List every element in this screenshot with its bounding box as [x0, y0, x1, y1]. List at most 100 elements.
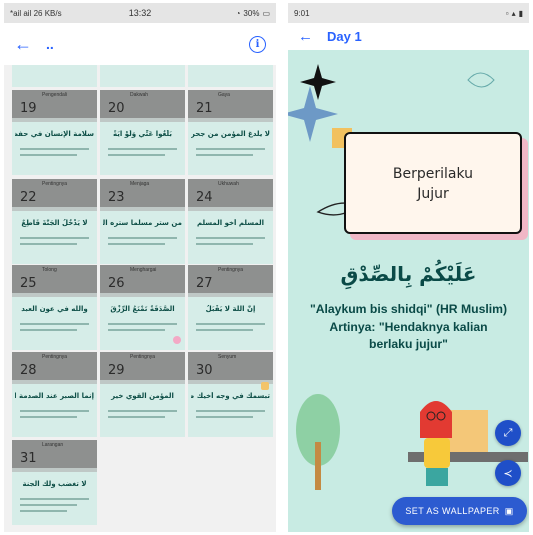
status-time: 9:01	[294, 8, 310, 18]
grid-tile[interactable]: Ukhuwah 24 المسلم أخو المسلم	[188, 179, 273, 264]
card-title-line1: Berperilaku	[392, 166, 474, 182]
tile-number: 22	[20, 190, 37, 205]
grid-tile[interactable]: Pentingnya 22 لا يَدْخُلُ الْجَنَّةَ قَا…	[12, 179, 97, 264]
back-arrow-icon[interactable]: ←	[14, 35, 32, 53]
status-icons: ◔ 30% ▭	[236, 9, 270, 18]
tile-label: Pentingnya	[42, 181, 68, 187]
status-bar: *ail ail 26 KB/s 13:32 ◔ 30% ▭	[4, 3, 276, 23]
wallpaper-preview: Berperilaku Jujur عَلَيْكُمْ بِالصِّدْقِ…	[288, 50, 529, 532]
title-card: Berperilaku Jujur	[344, 132, 522, 234]
toolbar: ← Day 1	[288, 23, 529, 50]
right-screen: 9:01 ▫ ▴ ▮ ← Day 1 Berperilaku Jujur عَل…	[288, 3, 529, 532]
grid-tile-partial[interactable]	[12, 65, 97, 87]
toolbar-title: Day 1	[327, 29, 362, 44]
translation-line2: berlaku jujur"	[369, 337, 448, 352]
tile-number: 19	[20, 101, 37, 116]
character-icon	[420, 401, 452, 486]
tile-arabic: والله في عون العبد	[21, 305, 88, 313]
tile-number: 30	[196, 363, 213, 378]
tile-arabic: إنما الصبر عند الصدمة الأولى	[15, 392, 94, 400]
tile-number: 26	[108, 276, 125, 291]
star-icon	[300, 64, 336, 100]
tile-label: Larangan	[42, 442, 64, 448]
wallpaper-decoration	[288, 64, 529, 490]
status-time: 13:32	[128, 8, 152, 18]
tile-label: Pentingnya	[130, 354, 156, 360]
tile-number: 24	[196, 190, 213, 205]
grid-tile[interactable]: Dakwah 20 بَلِّغُوا عَنِّي وَلَوْ آيَةً	[100, 90, 185, 175]
toolbar: ← .. i	[4, 23, 276, 65]
arabic-hadith: عَلَيْكُمْ بِالصِّدْقِ	[340, 262, 477, 286]
tile-arabic: لا يلدغ المؤمن من جحر	[191, 130, 270, 138]
tile-number: 25	[20, 276, 37, 291]
transliteration: "Alaykum bis shidqi" (HR Muslim)	[309, 302, 508, 316]
tile-label: Pentingnya	[42, 354, 68, 360]
tile-number: 29	[108, 363, 125, 378]
set-wallpaper-button[interactable]: SET AS WALLPAPER ▣	[392, 497, 527, 525]
hadith-translation: "Alaykum bis shidqi" (HR Muslim) Artinya…	[292, 301, 525, 354]
info-icon[interactable]: i	[249, 35, 266, 53]
tile-label: Tolong	[42, 267, 57, 273]
fullscreen-icon: ⤢	[503, 426, 513, 439]
set-wallpaper-label: SET AS WALLPAPER	[405, 506, 500, 516]
grid-tile[interactable]: Senyum 30 تبسمك في وجه أخيك صدقة	[188, 352, 273, 437]
tile-number: 20	[108, 101, 125, 116]
sparkle-icon	[288, 86, 338, 142]
tile-arabic: المؤمن القوي خير	[111, 392, 174, 400]
fullscreen-button[interactable]: ⤢	[495, 420, 521, 446]
signal-icon: ▴	[511, 8, 516, 18]
tile-number: 23	[108, 190, 125, 205]
image-icon: ▣	[504, 505, 514, 516]
grid-tile[interactable]: Gaya 21 لا يلدغ المؤمن من جحر	[188, 90, 273, 175]
tile-arabic: بَلِّغُوا عَنِّي وَلَوْ آيَةً	[113, 130, 172, 138]
status-icons: ▫ ▴ ▮	[506, 9, 523, 18]
grid-tile[interactable]: Menjaga 23 من ستر مسلما ستره الله	[100, 179, 185, 264]
toolbar-title: ..	[46, 36, 54, 52]
tile-label: Senyum	[218, 354, 237, 360]
tile-number: 21	[196, 101, 213, 116]
left-screen: *ail ail 26 KB/s 13:32 ◔ 30% ▭ ← .. i Pe…	[4, 3, 276, 532]
tile-label: Gaya	[218, 92, 230, 98]
decoration	[173, 336, 181, 344]
card-title-line2: Jujur	[417, 186, 449, 203]
tile-number: 28	[20, 363, 37, 378]
tile-label: Pentingnya	[218, 267, 244, 273]
wallpaper-grid: Pengendali 19 سلامة الإنسان في حفظ اللسا…	[4, 65, 276, 532]
tile-arabic: المسلم أخو المسلم	[196, 219, 265, 227]
grid-tile-partial[interactable]	[100, 65, 185, 87]
grid-tile[interactable]: Pengendali 19 سلامة الإنسان في حفظ اللسا…	[12, 90, 97, 175]
tile-label: Menghargai	[130, 267, 157, 273]
grid-tile[interactable]: Pentingnya 28 إنما الصبر عند الصدمة الأو…	[12, 352, 97, 437]
battery-percent: 30%	[243, 8, 260, 18]
back-arrow-icon[interactable]: ←	[298, 29, 313, 44]
grid-tile[interactable]: Menghargai 26 الصَّدَقَةُ تَمْنَعُ الرِّ…	[100, 265, 185, 350]
translation-line1: Artinya: "Hendaknya kalian	[329, 319, 488, 334]
network-status: *ail ail 26 KB/s	[10, 8, 62, 18]
tile-arabic: الصَّدَقَةُ تَمْنَعُ الرِّزْقَ	[110, 305, 175, 313]
decoration	[261, 382, 269, 390]
share-icon: ≺	[503, 467, 513, 480]
battery-icon: ▮	[518, 8, 523, 18]
grid-tile[interactable]: Pentingnya 29 المؤمن القوي خير	[100, 352, 185, 437]
tile-number: 27	[196, 276, 213, 291]
notification-icon: ▫	[505, 8, 509, 18]
grid-tile[interactable]: Larangan 31 لا تغضب ولك الجنة	[12, 440, 97, 525]
grid-tile[interactable]: Tolong 25 والله في عون العبد	[12, 265, 97, 350]
tile-arabic: سلامة الإنسان في حفظ اللسان	[15, 130, 94, 138]
tree-icon	[296, 394, 340, 490]
tile-label: Dakwah	[130, 92, 149, 98]
share-button[interactable]: ≺	[495, 460, 521, 486]
status-bar: 9:01 ▫ ▴ ▮	[288, 3, 529, 23]
tile-label: Pengendali	[42, 92, 68, 98]
alarm-icon: ◔	[235, 8, 241, 18]
tile-arabic: إنَّ اللهَ لا يَقْبَلُ	[205, 305, 256, 313]
tile-arabic: لا يَدْخُلُ الْجَنَّةَ قَاطِعٌ	[21, 219, 88, 227]
tile-arabic: تبسمك في وجه أخيك صدقة	[191, 392, 270, 400]
tile-arabic: من ستر مسلما ستره الله	[103, 219, 182, 227]
tile-number: 31	[20, 451, 37, 466]
grid-tile[interactable]: Pentingnya 27 إنَّ اللهَ لا يَقْبَلُ	[188, 265, 273, 350]
tile-label: Menjaga	[130, 181, 150, 187]
grid-tile-partial[interactable]	[188, 65, 273, 87]
tile-arabic: لا تغضب ولك الجنة	[22, 480, 87, 488]
tile-label: Ukhuwah	[218, 181, 239, 187]
